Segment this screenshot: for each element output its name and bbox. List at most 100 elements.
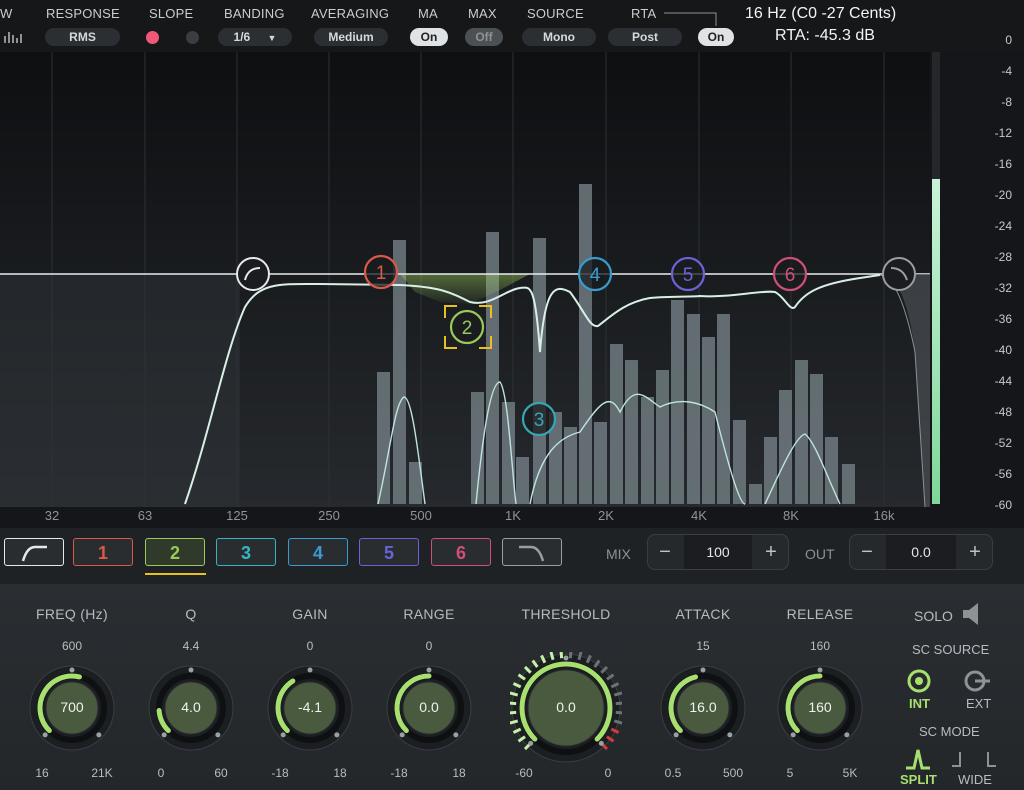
sc-source-label: SC SOURCE	[912, 642, 990, 657]
low-cut-node[interactable]	[236, 257, 270, 291]
rta-toggle[interactable]: On	[698, 28, 734, 46]
freq-tick-label: 32	[44, 508, 60, 523]
band-node-label: 2	[462, 318, 473, 339]
out-value[interactable]: 0.0	[886, 535, 956, 569]
knob-default-value: 160	[809, 639, 831, 653]
top-toolbar: W RESPONSE RMS SLOPE BANDING 1/6 ▼ AVERA…	[0, 0, 1024, 52]
rta-bar	[516, 457, 529, 504]
band-button-1[interactable]: 1	[73, 538, 133, 566]
band-button-4[interactable]: 4	[288, 538, 348, 566]
split-label[interactable]: SPLIT	[900, 772, 937, 787]
split-mode-icon[interactable]	[904, 746, 932, 770]
db-tick-label: -60	[994, 498, 1012, 512]
rta-bar	[842, 464, 855, 504]
high-cut-band-button[interactable]	[502, 538, 562, 566]
db-tick-label: -40	[994, 343, 1012, 357]
knob-default-value: 4.4	[182, 639, 200, 653]
band-node-5[interactable]: 5	[670, 256, 706, 292]
response-label: RESPONSE	[46, 6, 120, 21]
freq-tick-label: 500	[410, 508, 432, 523]
source-select[interactable]: Mono	[522, 28, 596, 46]
high-cut-icon	[519, 545, 545, 562]
low-cut-band-button[interactable]	[4, 538, 64, 566]
knob-value: 0.0	[556, 699, 576, 715]
band-button-5[interactable]: 5	[359, 538, 419, 566]
knob-value: 16.0	[689, 699, 717, 715]
knob-max-label: 5K	[842, 766, 858, 780]
ext-source-icon[interactable]	[962, 668, 992, 694]
wide-mode-icon[interactable]	[950, 750, 998, 768]
speaker-icon[interactable]	[960, 600, 984, 628]
slope-dot-active[interactable]	[146, 31, 159, 44]
out-decrement-button[interactable]: −	[850, 535, 884, 569]
knob-min-label: 16	[35, 766, 49, 780]
mix-stepper[interactable]: − 100 +	[647, 534, 789, 570]
int-label[interactable]: INT	[909, 696, 930, 711]
rta-bar	[486, 232, 499, 504]
band-node-6[interactable]: 6	[772, 256, 808, 292]
high-cut-node[interactable]	[882, 257, 916, 291]
db-tick-label: 0	[1005, 33, 1012, 47]
banding-value: 1/6	[233, 30, 251, 44]
band-node-label: 3	[534, 410, 545, 431]
knob-title: GAIN	[292, 606, 328, 622]
knob-min-label: 5	[786, 766, 794, 780]
mix-decrement-button[interactable]: −	[648, 535, 682, 569]
rta-bar	[579, 184, 592, 504]
db-tick-label: -44	[994, 374, 1012, 388]
band-node-1[interactable]: 1	[363, 254, 399, 290]
ext-label[interactable]: EXT	[966, 696, 991, 711]
band-node-label: 5	[683, 265, 694, 286]
slope-dot[interactable]	[186, 31, 199, 44]
averaging-select[interactable]: Medium	[314, 28, 388, 46]
rta-point-select[interactable]: Post	[608, 28, 682, 46]
band-node-3[interactable]: 3	[521, 401, 557, 437]
banding-select[interactable]: 1/6 ▼	[218, 28, 292, 46]
int-source-icon[interactable]	[906, 668, 932, 694]
spectrum-view-icon[interactable]	[2, 28, 26, 44]
knob-title: THRESHOLD	[521, 606, 611, 622]
out-increment-button[interactable]: +	[958, 535, 992, 569]
band-button-2[interactable]: 2	[145, 538, 205, 566]
eq-graph[interactable]: 1 2 3 4 5 6	[0, 52, 940, 507]
db-tick-label: -12	[994, 126, 1012, 140]
rta-bar	[749, 484, 762, 504]
band-button-3[interactable]: 3	[216, 538, 276, 566]
out-label: OUT	[805, 546, 835, 562]
knob-value: 4.0	[181, 699, 201, 715]
band-button-6[interactable]: 6	[431, 538, 491, 566]
max-toggle[interactable]: Off	[465, 28, 503, 46]
mix-value[interactable]: 100	[684, 535, 752, 569]
db-tick-label: -24	[994, 219, 1012, 233]
rta-bar	[687, 314, 700, 504]
db-tick-label: -36	[994, 312, 1012, 326]
wide-label[interactable]: WIDE	[958, 772, 992, 787]
chevron-down-icon: ▼	[267, 33, 277, 43]
response-select[interactable]: RMS	[45, 28, 120, 46]
band-node-2[interactable]: 2	[449, 309, 485, 345]
ma-toggle[interactable]: On	[410, 28, 448, 46]
averaging-label: AVERAGING	[311, 6, 390, 21]
rta-bar	[717, 314, 730, 504]
knob-default-value: 15	[696, 639, 710, 653]
band-node-4[interactable]: 4	[577, 256, 613, 292]
knob-value: -4.1	[297, 699, 323, 715]
db-tick-label: -56	[994, 467, 1012, 481]
knob-max-label: 60	[214, 766, 228, 780]
knob-max-label: 18	[452, 766, 466, 780]
band-selector-bar: 123456 MIX − 100 + OUT − 0.0 +	[0, 528, 1024, 584]
rta-bar	[656, 370, 669, 504]
spectrum-display[interactable]: 1 2 3 4 5 6	[0, 52, 930, 507]
mix-increment-button[interactable]: +	[754, 535, 788, 569]
db-tick-label: -8	[1001, 95, 1012, 109]
threshold-meter-segment	[549, 652, 555, 661]
rta-bar	[702, 337, 715, 504]
knob-default-value: 0	[425, 639, 433, 653]
rta-label: RTA	[631, 6, 657, 21]
slope-label: SLOPE	[149, 6, 194, 21]
threshold-meter-segment	[510, 710, 517, 715]
knob-max-label: 0	[604, 766, 612, 780]
out-stepper[interactable]: − 0.0 +	[849, 534, 993, 570]
threshold-meter-segment	[615, 710, 622, 715]
rta-bracket	[664, 12, 717, 26]
